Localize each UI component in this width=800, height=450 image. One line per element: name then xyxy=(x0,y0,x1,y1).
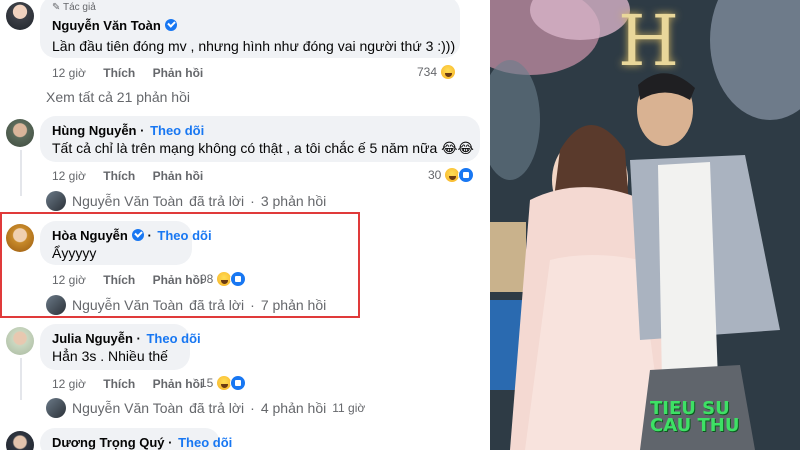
avatar[interactable] xyxy=(6,327,34,355)
avatar[interactable] xyxy=(6,224,34,252)
comment-time[interactable]: 12 giờ xyxy=(52,273,86,287)
haha-reaction-icon xyxy=(440,64,457,80)
reply-count: 4 phản hồi xyxy=(260,400,327,416)
reply-action: đã trả lời xyxy=(189,400,245,416)
reply-author-avatar xyxy=(46,398,66,418)
follow-button[interactable]: Theo dõi xyxy=(157,228,211,243)
thread-line xyxy=(20,358,22,400)
reaction-summary[interactable]: 734 xyxy=(417,64,457,80)
hh-neon-sign: H xyxy=(618,0,680,82)
reaction-count: 98 xyxy=(200,272,214,286)
comment-time[interactable]: 12 giờ xyxy=(52,377,86,391)
reply-author-name: Nguyễn Văn Toàn xyxy=(72,400,184,416)
reply-button[interactable]: Phản hồi xyxy=(153,169,204,183)
like-reaction-icon xyxy=(458,167,475,183)
see-all-replies-link[interactable]: Xem tất cả 21 phản hồi xyxy=(46,89,190,105)
like-button[interactable]: Thích xyxy=(103,377,135,391)
reaction-count: 30 xyxy=(428,168,442,182)
reply-action: đã trả lời xyxy=(189,193,245,209)
commenter-name[interactable]: Hòa Nguyễn · Theo dõi xyxy=(52,228,212,243)
reply-author-avatar xyxy=(46,191,66,211)
reply-button[interactable]: Phản hồi xyxy=(153,273,204,287)
reaction-summary[interactable]: 98 xyxy=(200,271,247,287)
comment-actions: 12 giờ Thích Phản hồi xyxy=(52,377,217,391)
comment-text: Tất cả chỉ là trên mạng không có thật , … xyxy=(52,140,474,156)
follow-button[interactable]: Theo dõi xyxy=(178,435,232,450)
reply-button[interactable]: Phản hồi xyxy=(153,377,204,391)
comment-text: Lần đầu tiên đóng mv , nhưng hình như đó… xyxy=(52,38,456,54)
follow-button[interactable]: Theo dõi xyxy=(146,331,200,346)
avatar[interactable] xyxy=(6,431,34,450)
reply-time: 11 giờ xyxy=(332,401,366,415)
avatar[interactable] xyxy=(6,119,34,147)
comment-actions: 12 giờ Thích Phản hồi xyxy=(52,66,217,80)
commenter-name[interactable]: Julia Nguyễn · Theo dõi xyxy=(52,331,201,346)
view-replies-link[interactable]: Nguyễn Văn Toàn đã trả lời · 3 phản hồi xyxy=(46,191,326,211)
author-tag-icon: ✎ xyxy=(52,2,63,13)
verified-icon xyxy=(164,19,177,31)
avatar[interactable] xyxy=(6,2,34,30)
like-reaction-icon xyxy=(230,271,247,287)
event-photo: H TIEU SU CAU THU xyxy=(490,0,800,450)
reaction-count: 15 xyxy=(200,376,214,390)
reply-action: đã trả lời xyxy=(189,297,245,313)
comment-text: Ẩyyyyy xyxy=(52,245,97,261)
like-button[interactable]: Thích xyxy=(103,169,135,183)
commenter-name[interactable]: Nguyễn Văn Toàn xyxy=(52,18,177,33)
reply-count: 7 phản hồi xyxy=(260,297,327,313)
verified-icon xyxy=(131,229,144,241)
like-button[interactable]: Thích xyxy=(103,66,135,80)
commenter-name[interactable]: Hùng Nguyễn · Theo dõi xyxy=(52,123,204,138)
reply-author-avatar xyxy=(46,295,66,315)
reply-author-name: Nguyễn Văn Toàn xyxy=(72,297,184,313)
comment-actions: 12 giờ Thích Phản hồi xyxy=(52,273,217,287)
comment-actions: 12 giờ Thích Phản hồi xyxy=(52,169,217,183)
commenter-name[interactable]: Dương Trọng Quý · Theo dõi xyxy=(52,435,232,450)
view-replies-link[interactable]: Nguyễn Văn Toàn đã trả lời · 7 phản hồi xyxy=(46,295,326,315)
reaction-summary[interactable]: 30 xyxy=(428,167,475,183)
thread-line xyxy=(20,150,22,196)
view-replies-link[interactable]: Nguyễn Văn Toàn đã trả lời · 4 phản hồi … xyxy=(46,398,365,418)
tieusucauthu-logo: TIEU SU CAU THU xyxy=(650,398,740,436)
follow-button[interactable]: Theo dõi xyxy=(150,123,204,138)
reply-author-name: Nguyễn Văn Toàn xyxy=(72,193,184,209)
comment-text: Hẳn 3s . Nhiều thế xyxy=(52,348,168,364)
comment-time[interactable]: 12 giờ xyxy=(52,169,86,183)
comment-time[interactable]: 12 giờ xyxy=(52,66,86,80)
like-reaction-icon xyxy=(230,375,247,391)
reaction-summary[interactable]: 15 xyxy=(200,375,247,391)
reaction-count: 734 xyxy=(417,65,438,79)
comments-panel: ✎ Tác giả Nguyễn Văn Toàn Lần đầu tiên đ… xyxy=(0,0,490,450)
like-button[interactable]: Thích xyxy=(103,273,135,287)
reply-button[interactable]: Phản hồi xyxy=(153,66,204,80)
author-badge: ✎ Tác giả xyxy=(52,2,96,13)
reply-count: 3 phản hồi xyxy=(260,193,327,209)
